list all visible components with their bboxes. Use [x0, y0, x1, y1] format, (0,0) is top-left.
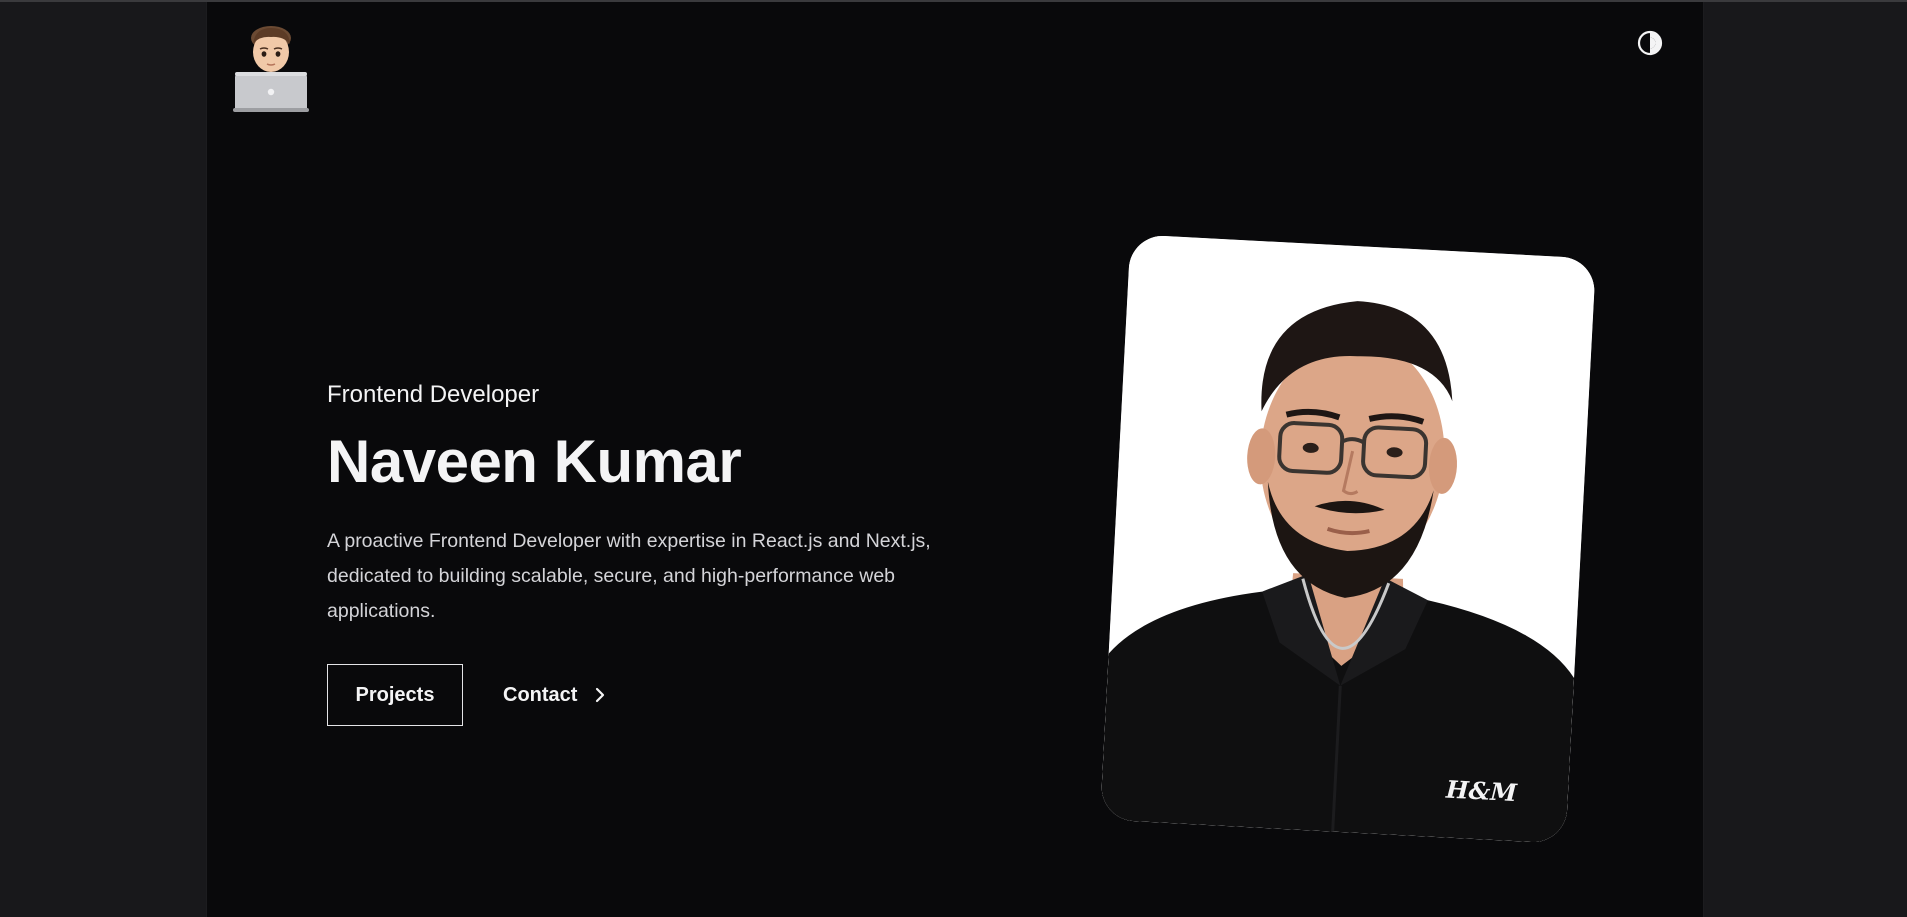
chevron-right-icon [593, 686, 607, 704]
hero-section: Frontend Developer Naveen Kumar A proact… [327, 380, 967, 726]
portrait-image: H&M [1099, 234, 1597, 844]
contact-link[interactable]: Contact [503, 684, 607, 707]
shirt-logo-text: H&M [1444, 774, 1519, 807]
page: Frontend Developer Naveen Kumar A proact… [0, 0, 1907, 917]
avatar[interactable] [233, 16, 309, 112]
main-container: Frontend Developer Naveen Kumar A proact… [206, 2, 1704, 917]
hero-actions: Projects Contact [327, 664, 967, 726]
projects-button[interactable]: Projects [327, 664, 463, 726]
contact-label: Contact [503, 683, 578, 706]
theme-toggle-icon [1637, 30, 1663, 56]
profile-photo: H&M [1099, 234, 1597, 844]
hero-bio: A proactive Frontend Developer with expe… [327, 530, 931, 622]
memoji-avatar-icon [233, 26, 309, 112]
hero-name-heading: Naveen Kumar [327, 428, 742, 495]
role-subtitle: Frontend Developer [327, 381, 540, 408]
theme-toggle-button[interactable] [1635, 28, 1665, 58]
